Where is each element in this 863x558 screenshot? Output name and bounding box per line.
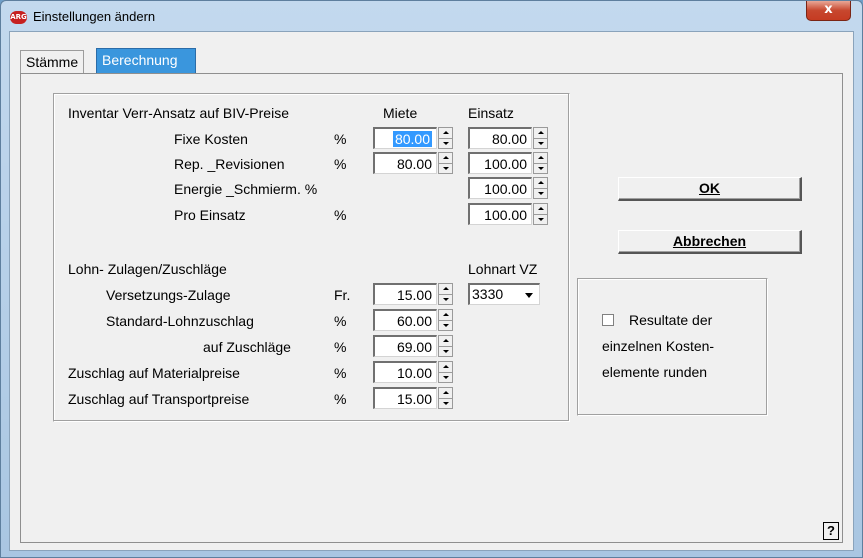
miete-column-header: Miete <box>383 105 418 121</box>
round-results-label-2: einzelnen Kosten- <box>602 338 715 354</box>
ok-button[interactable]: OK <box>618 177 802 201</box>
lohnart-vz-label: Lohnart VZ <box>468 261 538 277</box>
fixe-kosten-unit: % <box>334 131 347 147</box>
rep-revisionen-miete-spinner[interactable]: 80.00 <box>373 152 455 174</box>
rep-revisionen-unit: % <box>334 156 347 172</box>
fixe-kosten-einsatz-field[interactable]: 80.00 <box>468 127 532 149</box>
inventar-heading: Inventar Verr-Ansatz auf BIV-Preise <box>68 105 289 121</box>
transportpreise-unit: % <box>334 391 347 407</box>
fixe-kosten-miete-field[interactable]: 80.00 <box>373 127 437 149</box>
standard-lohnzuschlag-field[interactable]: 60.00 <box>373 309 437 331</box>
spin-updown-icon[interactable] <box>438 283 453 305</box>
title-bar[interactable]: ARG Einstellungen ändern x <box>1 1 862 31</box>
chevron-down-icon[interactable] <box>521 287 537 303</box>
materialpreise-spinner[interactable]: 10.00 <box>373 361 455 383</box>
rep-revisionen-label: Rep. _Revisionen <box>174 156 285 172</box>
pro-einsatz-einsatz-spinner[interactable]: 100.00 <box>468 203 550 225</box>
materialpreise-field[interactable]: 10.00 <box>373 361 437 383</box>
versetzungs-zulage-field[interactable]: 15.00 <box>373 283 437 305</box>
pro-einsatz-einsatz-field[interactable]: 100.00 <box>468 203 532 225</box>
round-results-label-3: elemente runden <box>602 364 708 380</box>
tab-staemme[interactable]: Stämme <box>20 50 85 74</box>
transportpreise-label: Zuschlag auf Transportpreise <box>68 391 250 407</box>
pro-einsatz-unit: % <box>334 207 347 223</box>
spin-updown-icon[interactable] <box>533 152 548 174</box>
fixe-kosten-label: Fixe Kosten <box>174 131 248 147</box>
standard-lohnzuschlag-label: Standard-Lohnzuschlag <box>106 313 254 329</box>
rep-revisionen-einsatz-field[interactable]: 100.00 <box>468 152 532 174</box>
spin-updown-icon[interactable] <box>438 361 453 383</box>
fixe-kosten-miete-spinner[interactable]: 80.00 <box>373 127 455 149</box>
tab-pane-berechnung: Inventar Verr-Ansatz auf BIV-Preise Miet… <box>20 73 843 543</box>
lohnart-vz-dropdown[interactable]: 3330 <box>468 283 540 305</box>
spin-updown-icon[interactable] <box>438 309 453 331</box>
round-results-checkbox[interactable] <box>602 314 614 326</box>
spin-updown-icon[interactable] <box>533 177 548 199</box>
versetzungs-zulage-unit: Fr. <box>334 287 351 303</box>
rep-revisionen-miete-field[interactable]: 80.00 <box>373 152 437 174</box>
energie-schmierm-label: Energie _Schmierm. % <box>174 181 318 197</box>
versetzungs-zulage-label: Versetzungs-Zulage <box>106 287 231 303</box>
energie-schmierm-einsatz-field[interactable]: 100.00 <box>468 177 532 199</box>
dialog-client: Stämme Berechnung Inventar Verr-Ansatz a… <box>9 31 854 551</box>
standard-lohnzuschlag-spinner[interactable]: 60.00 <box>373 309 455 331</box>
close-button[interactable]: x <box>806 1 851 21</box>
einsatz-column-header: Einsatz <box>468 105 514 121</box>
auf-zuschlaege-label: auf Zuschläge <box>203 339 291 355</box>
auf-zuschlaege-field[interactable]: 69.00 <box>373 335 437 357</box>
spin-updown-icon[interactable] <box>438 152 453 174</box>
transportpreise-spinner[interactable]: 15.00 <box>373 387 455 409</box>
energie-schmierm-einsatz-spinner[interactable]: 100.00 <box>468 177 550 199</box>
cancel-button[interactable]: Abbrechen <box>618 230 802 254</box>
settings-window: ARG Einstellungen ändern x Stämme Berech… <box>0 0 863 558</box>
spin-updown-icon[interactable] <box>438 387 453 409</box>
pro-einsatz-label: Pro Einsatz <box>174 207 246 223</box>
materialpreise-label: Zuschlag auf Materialpreise <box>68 365 240 381</box>
spin-updown-icon[interactable] <box>533 203 548 225</box>
auf-zuschlaege-unit: % <box>334 339 347 355</box>
spin-updown-icon[interactable] <box>438 127 453 149</box>
spin-updown-icon[interactable] <box>438 335 453 357</box>
window-title: Einstellungen ändern <box>33 9 156 24</box>
spin-updown-icon[interactable] <box>533 127 548 149</box>
standard-lohnzuschlag-unit: % <box>334 313 347 329</box>
app-logo-icon: ARG <box>10 11 27 24</box>
tab-berechnung[interactable]: Berechnung <box>96 48 196 74</box>
versetzungs-zulage-spinner[interactable]: 15.00 <box>373 283 455 305</box>
round-results-label-1: Resultate der <box>629 312 713 328</box>
auf-zuschlaege-spinner[interactable]: 69.00 <box>373 335 455 357</box>
help-icon[interactable]: ? <box>823 522 839 540</box>
rep-revisionen-einsatz-spinner[interactable]: 100.00 <box>468 152 550 174</box>
lohn-heading: Lohn- Zulagen/Zuschläge <box>68 261 227 277</box>
lohnart-vz-value: 3330 <box>472 286 504 302</box>
fixe-kosten-einsatz-spinner[interactable]: 80.00 <box>468 127 550 149</box>
materialpreise-unit: % <box>334 365 347 381</box>
transportpreise-field[interactable]: 15.00 <box>373 387 437 409</box>
